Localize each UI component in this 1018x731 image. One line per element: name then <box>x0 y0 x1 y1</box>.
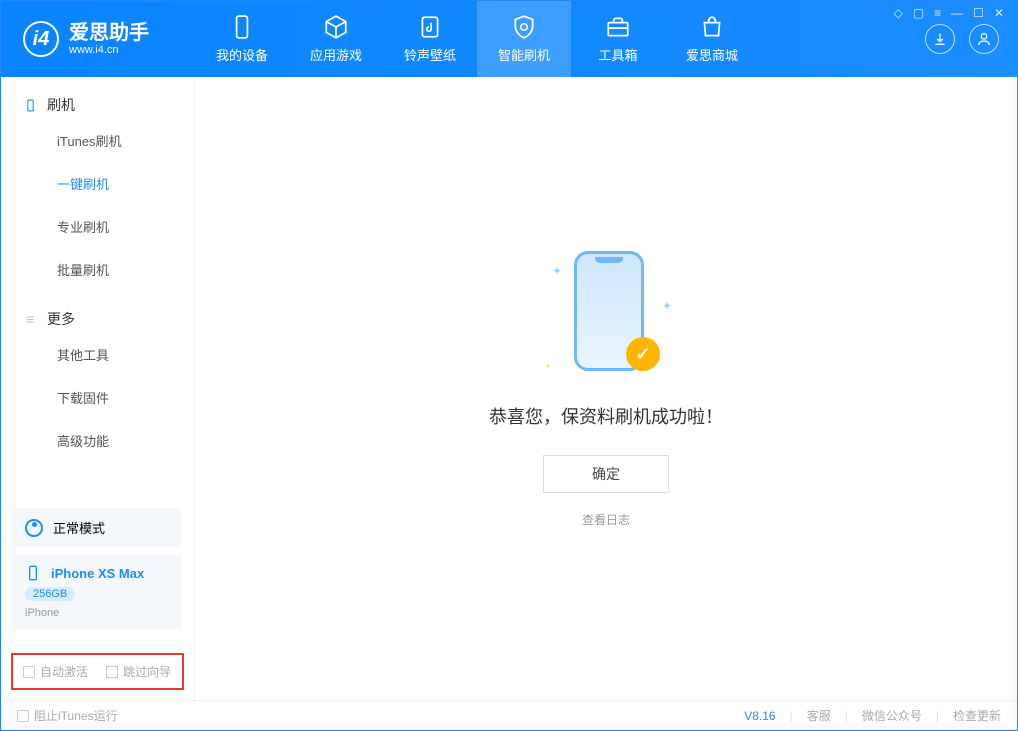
shield-refresh-icon <box>511 14 537 40</box>
checkbox-auto-activate[interactable]: 自动激活 <box>23 663 88 680</box>
sidebar-item-itunes[interactable]: iTunes刷机 <box>1 119 194 162</box>
bag-icon <box>699 14 725 40</box>
device-name: iPhone XS Max <box>51 566 144 581</box>
menu-icon[interactable]: ≡ <box>934 6 941 20</box>
nav-flash[interactable]: 智能刷机 <box>477 1 571 77</box>
sidebar-section-more-label: 更多 <box>47 309 75 329</box>
checkbox-skip-guide[interactable]: 跳过向导 <box>106 663 171 680</box>
nav-device-label: 我的设备 <box>216 45 268 64</box>
mode-card[interactable]: 正常模式 <box>13 508 182 547</box>
header-right <box>925 24 1017 54</box>
nav-apps-label: 应用游戏 <box>310 45 362 64</box>
minimize-icon[interactable]: — <box>951 6 963 20</box>
sidebar-item-onekey[interactable]: 一键刷机 <box>1 162 194 205</box>
wechat-link[interactable]: 微信公众号 <box>862 707 922 724</box>
support-link[interactable]: 客服 <box>807 707 831 724</box>
sidebar-item-pro[interactable]: 专业刷机 <box>1 205 194 248</box>
nav-store-label: 爱思商城 <box>686 45 738 64</box>
logo-title: 爱思助手 <box>69 22 149 44</box>
list-icon: ≡ <box>23 312 37 326</box>
device-storage: 256GB <box>25 587 75 601</box>
sidebar-section-flash: 刷机 <box>1 77 194 119</box>
device-small-icon <box>23 98 37 112</box>
mode-label: 正常模式 <box>53 518 105 537</box>
nav-ringtone-label: 铃声壁纸 <box>404 45 456 64</box>
block-itunes-label: 阻止iTunes运行 <box>34 707 118 724</box>
version-label: V8.16 <box>744 709 775 723</box>
device-icon <box>25 565 41 581</box>
feedback-icon[interactable]: ▢ <box>913 6 924 20</box>
nav-device[interactable]: 我的设备 <box>195 1 289 77</box>
nav: 我的设备 应用游戏 铃声壁纸 智能刷机 工具箱 爱思商城 <box>195 1 759 77</box>
logo[interactable]: i4 爱思助手 www.i4.cn <box>1 21 195 57</box>
sidebar-item-firmware[interactable]: 下载固件 <box>1 376 194 419</box>
sidebar: 刷机 iTunes刷机 一键刷机 专业刷机 批量刷机 ≡ 更多 其他工具 下载固… <box>1 77 195 700</box>
sidebar-item-advanced[interactable]: 高级功能 <box>1 419 194 462</box>
sidebar-item-other[interactable]: 其他工具 <box>1 333 194 376</box>
mode-icon <box>25 519 43 537</box>
nav-toolbox[interactable]: 工具箱 <box>571 1 665 77</box>
download-button[interactable] <box>925 24 955 54</box>
skin-icon[interactable]: ◇ <box>894 6 903 20</box>
nav-store[interactable]: 爱思商城 <box>665 1 759 77</box>
view-log-link[interactable]: 查看日志 <box>582 511 630 528</box>
cube-icon <box>323 14 349 40</box>
logo-url: www.i4.cn <box>69 44 149 56</box>
sidebar-item-batch[interactable]: 批量刷机 <box>1 248 194 291</box>
close-icon[interactable]: ✕ <box>994 6 1004 20</box>
user-button[interactable] <box>969 24 999 54</box>
device-card[interactable]: iPhone XS Max 256GB iPhone <box>13 555 182 629</box>
auto-activate-label: 自动激活 <box>40 663 88 680</box>
main-content: ✦ ✦ • ✓ 恭喜您，保资料刷机成功啦！ 确定 查看日志 <box>195 77 1017 700</box>
toolbox-icon <box>605 14 631 40</box>
device-model: iPhone <box>25 607 59 619</box>
ok-button[interactable]: 确定 <box>543 455 669 493</box>
phone-icon <box>229 14 255 40</box>
nav-flash-label: 智能刷机 <box>498 45 550 64</box>
nav-toolbox-label: 工具箱 <box>598 45 637 64</box>
logo-icon: i4 <box>23 21 59 57</box>
sidebar-section-more: ≡ 更多 <box>1 291 194 333</box>
success-illustration: ✦ ✦ • ✓ <box>546 249 666 379</box>
maximize-icon[interactable]: ☐ <box>973 6 984 20</box>
music-icon <box>417 14 443 40</box>
sidebar-section-flash-label: 刷机 <box>47 95 75 115</box>
nav-ringtone[interactable]: 铃声壁纸 <box>383 1 477 77</box>
update-link[interactable]: 检查更新 <box>953 707 1001 724</box>
highlight-checkbox-row: 自动激活 跳过向导 <box>11 653 184 690</box>
skip-guide-label: 跳过向导 <box>123 663 171 680</box>
checkbox-block-itunes[interactable]: 阻止iTunes运行 <box>17 707 118 724</box>
footer: 阻止iTunes运行 V8.16 | 客服 | 微信公众号 | 检查更新 <box>1 700 1017 730</box>
success-message: 恭喜您，保资料刷机成功啦！ <box>489 403 723 429</box>
check-icon: ✓ <box>626 337 660 371</box>
nav-apps[interactable]: 应用游戏 <box>289 1 383 77</box>
window-controls: ◇ ▢ ≡ — ☐ ✕ <box>894 6 1004 20</box>
header: i4 爱思助手 www.i4.cn 我的设备 应用游戏 铃声壁纸 智能刷机 工具… <box>1 1 1017 77</box>
